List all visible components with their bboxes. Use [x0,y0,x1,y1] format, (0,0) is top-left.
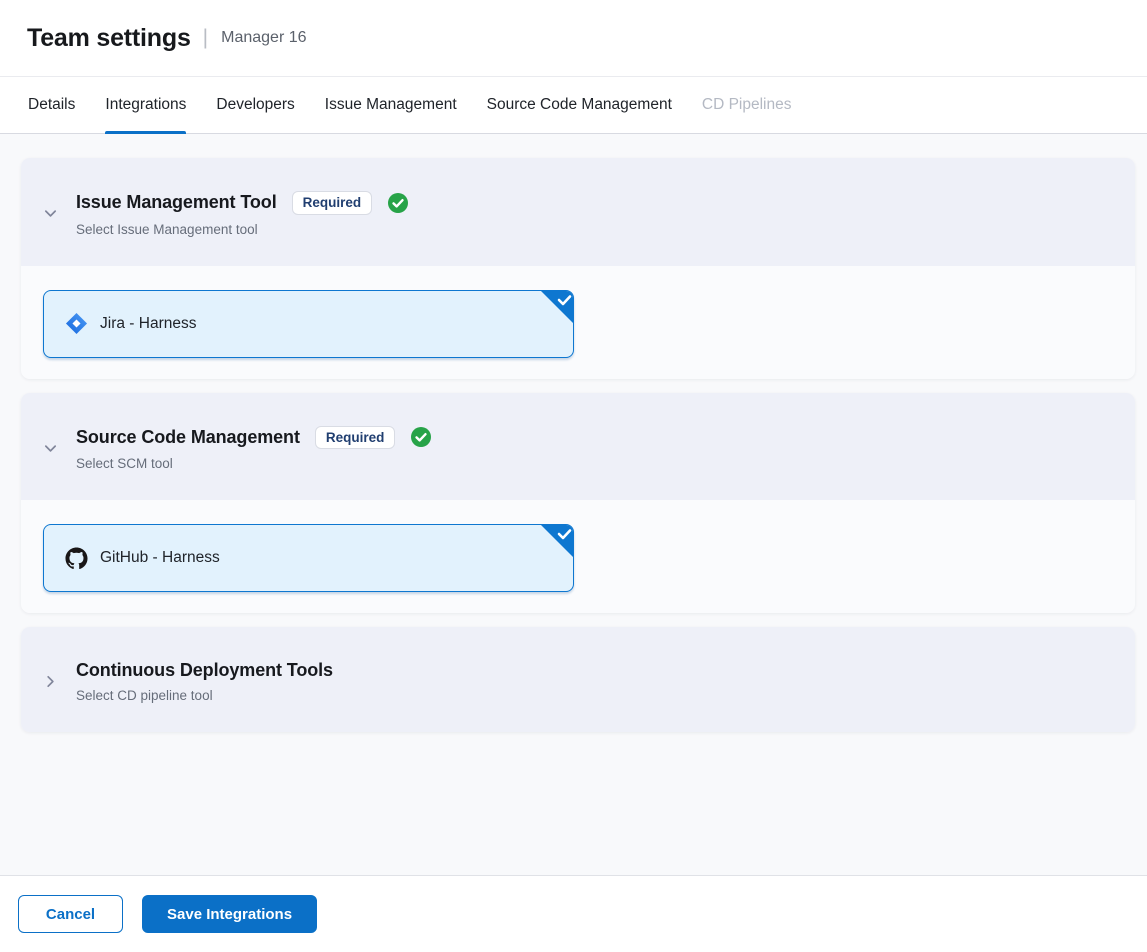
section-subtitle: Select Issue Management tool [76,222,408,237]
tool-card-label: GitHub - Harness [100,549,220,567]
section-subtitle: Select SCM tool [76,456,431,471]
section-issue-management-header[interactable]: Issue Management Tool Required Select Is… [21,158,1135,266]
section-source-code-management-body: GitHub - Harness [21,500,1135,613]
chevron-down-icon [43,441,58,456]
tool-card-github[interactable]: GitHub - Harness [43,524,574,592]
cancel-button[interactable]: Cancel [18,895,123,933]
required-badge: Required [315,426,396,450]
action-footer: Cancel Save Integrations [0,875,1147,952]
chevron-down-icon [43,206,58,221]
section-title: Source Code Management [76,427,300,448]
section-title: Continuous Deployment Tools [76,660,333,681]
section-subtitle: Select CD pipeline tool [76,688,333,703]
tool-card-label: Jira - Harness [100,315,196,333]
tool-card-jira[interactable]: Jira - Harness [43,290,574,358]
check-circle-icon [388,193,408,213]
tab-cd-pipelines: CD Pipelines [702,77,792,133]
section-title: Issue Management Tool [76,192,277,213]
section-source-code-management-header[interactable]: Source Code Management Required Select S… [21,393,1135,501]
section-source-code-management: Source Code Management Required Select S… [21,393,1135,614]
section-issue-management-body: Jira - Harness [21,266,1135,379]
tab-bar: Details Integrations Developers Issue Ma… [0,77,1147,134]
page-subtitle: Manager 16 [221,29,306,47]
tab-source-code-management[interactable]: Source Code Management [487,77,672,133]
title-separator: | [203,26,208,50]
selected-corner-check-icon [539,290,574,325]
chevron-right-icon [43,674,58,689]
integrations-panel: Issue Management Tool Required Select Is… [0,134,1147,875]
section-continuous-deployment: Continuous Deployment Tools Select CD pi… [21,627,1135,732]
selected-corner-check-icon [539,524,574,559]
tab-details[interactable]: Details [28,77,75,133]
page-header: Team settings | Manager 16 [0,0,1147,77]
jira-icon [65,312,88,335]
check-circle-icon [411,427,431,447]
section-continuous-deployment-header[interactable]: Continuous Deployment Tools Select CD pi… [21,627,1135,732]
page-title: Team settings [27,24,191,53]
tab-integrations[interactable]: Integrations [105,77,186,133]
tab-developers[interactable]: Developers [216,77,294,133]
save-integrations-button[interactable]: Save Integrations [142,895,317,933]
tab-issue-management[interactable]: Issue Management [325,77,457,133]
github-icon [65,547,88,570]
required-badge: Required [292,191,373,215]
section-issue-management: Issue Management Tool Required Select Is… [21,158,1135,379]
